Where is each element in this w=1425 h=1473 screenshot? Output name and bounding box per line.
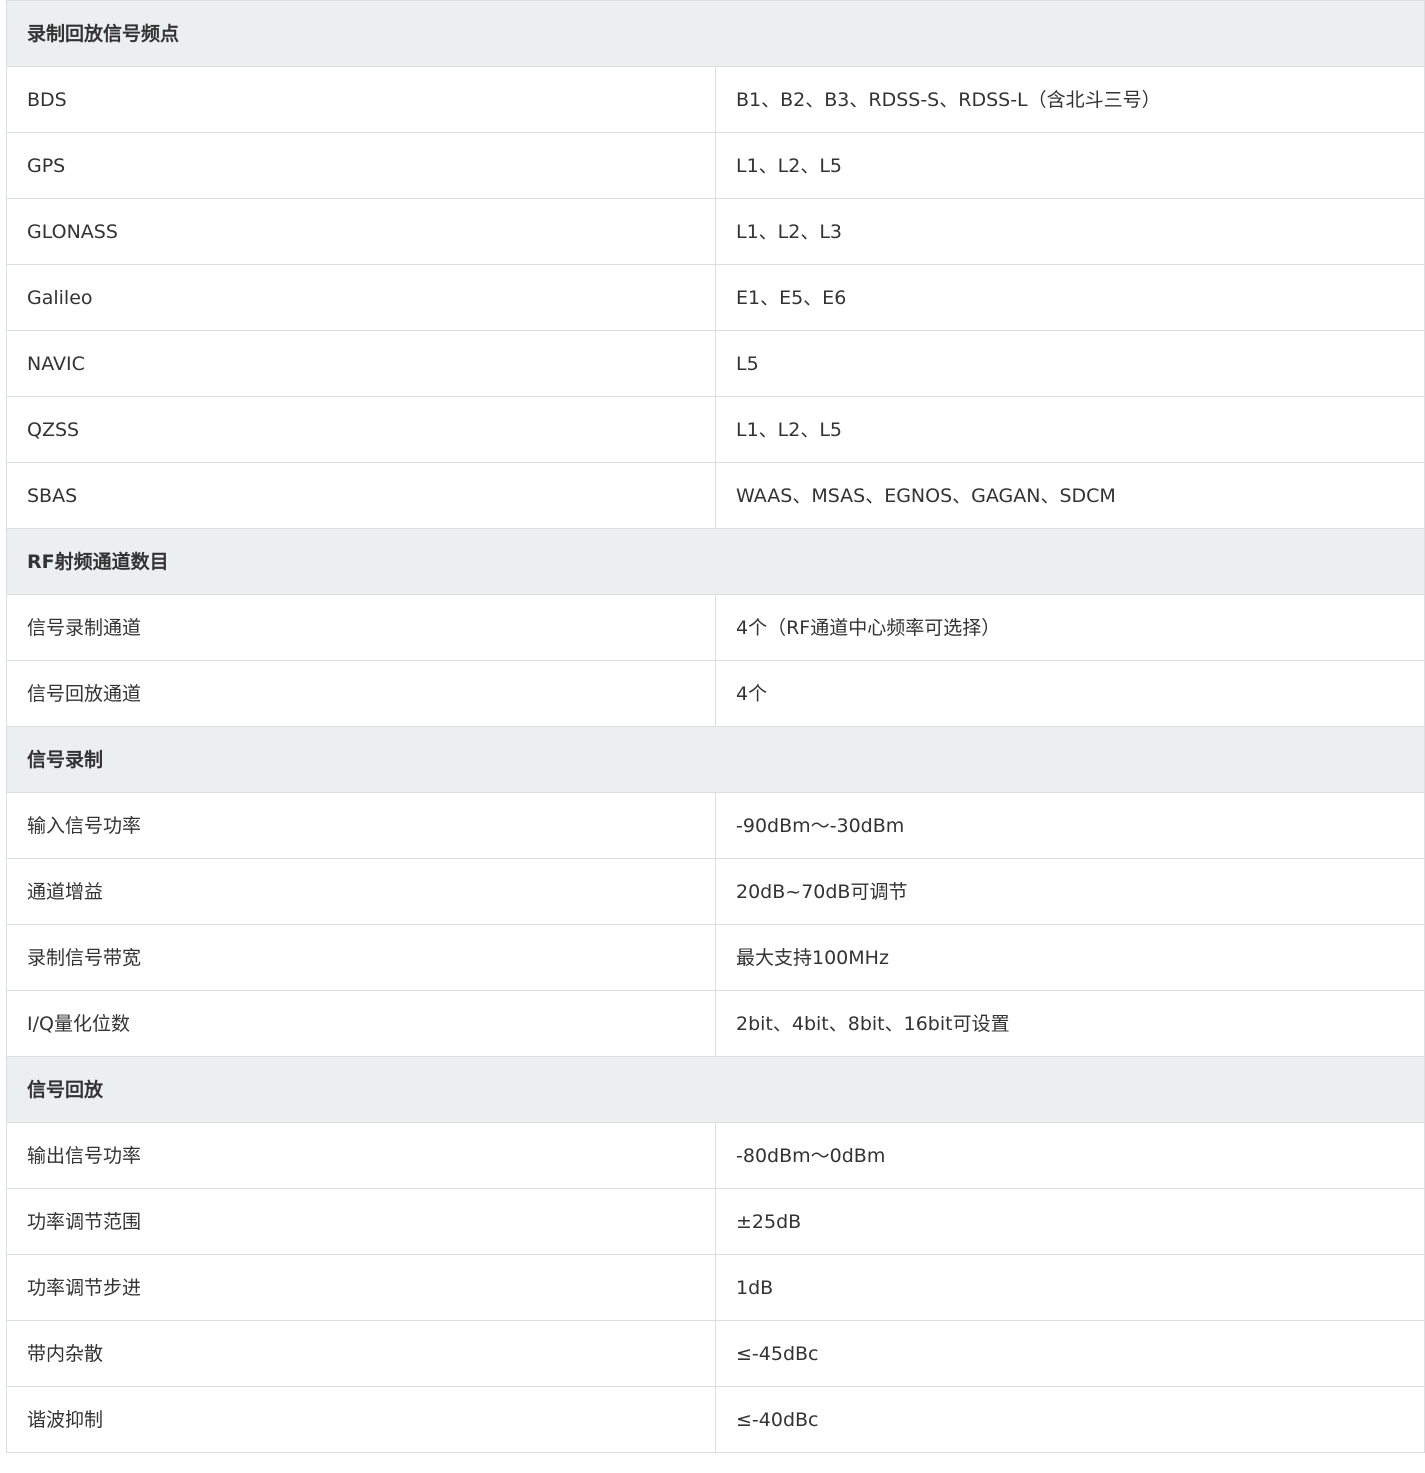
- table-row: Galileo E1、E5、E6: [6, 264, 1425, 331]
- table-row: 录制信号带宽 最大支持100MHz: [6, 924, 1425, 991]
- table-row: QZSS L1、L2、L5: [6, 396, 1425, 463]
- spec-value: ≤-45dBc: [715, 1320, 1425, 1387]
- spec-key: 功率调节步进: [6, 1254, 716, 1321]
- spec-value: ±25dB: [715, 1188, 1425, 1255]
- spec-key: GLONASS: [6, 198, 716, 265]
- spec-value: L5: [715, 330, 1425, 397]
- spec-value: E1、E5、E6: [715, 264, 1425, 331]
- spec-key: 谐波抑制: [6, 1386, 716, 1453]
- spec-value: ≤-40dBc: [715, 1386, 1425, 1453]
- spec-key: SBAS: [6, 462, 716, 529]
- spec-key: 通道增益: [6, 858, 716, 925]
- spec-value: WAAS、MSAS、EGNOS、GAGAN、SDCM: [715, 462, 1425, 529]
- table-row: 功率调节步进 1dB: [6, 1254, 1425, 1321]
- table-row: BDS B1、B2、B3、RDSS-S、RDSS-L（含北斗三号）: [6, 66, 1425, 133]
- table-row: SBAS WAAS、MSAS、EGNOS、GAGAN、SDCM: [6, 462, 1425, 529]
- spec-key: 输入信号功率: [6, 792, 716, 859]
- spec-key: 信号录制通道: [6, 594, 716, 661]
- table-row: 输入信号功率 -90dBm～-30dBm: [6, 792, 1425, 859]
- spec-key: BDS: [6, 66, 716, 133]
- table-row: 输出信号功率 -80dBm～0dBm: [6, 1122, 1425, 1189]
- table-row: 功率调节范围 ±25dB: [6, 1188, 1425, 1255]
- section-header: 信号录制: [6, 726, 1425, 793]
- spec-value: -80dBm～0dBm: [715, 1122, 1425, 1189]
- spec-value: 2bit、4bit、8bit、16bit可设置: [715, 990, 1425, 1057]
- spec-key: 信号回放通道: [6, 660, 716, 727]
- spec-key: 录制信号带宽: [6, 924, 716, 991]
- section-header: 录制回放信号频点: [6, 0, 1425, 67]
- table-row: 通道增益 20dB~70dB可调节: [6, 858, 1425, 925]
- spec-value: 1dB: [715, 1254, 1425, 1321]
- table-row: I/Q量化位数 2bit、4bit、8bit、16bit可设置: [6, 990, 1425, 1057]
- spec-value: L1、L2、L3: [715, 198, 1425, 265]
- spec-value: L1、L2、L5: [715, 132, 1425, 199]
- spec-table: 录制回放信号频点 BDS B1、B2、B3、RDSS-S、RDSS-L（含北斗三…: [6, 0, 1425, 1453]
- spec-value: 4个: [715, 660, 1425, 727]
- spec-key: QZSS: [6, 396, 716, 463]
- spec-key: GPS: [6, 132, 716, 199]
- spec-key: 功率调节范围: [6, 1188, 716, 1255]
- spec-value: L1、L2、L5: [715, 396, 1425, 463]
- section-title: 信号回放: [6, 1056, 1425, 1123]
- table-row: 谐波抑制 ≤-40dBc: [6, 1386, 1425, 1453]
- spec-key: NAVIC: [6, 330, 716, 397]
- spec-key: 带内杂散: [6, 1320, 716, 1387]
- table-row: 带内杂散 ≤-45dBc: [6, 1320, 1425, 1387]
- spec-key: I/Q量化位数: [6, 990, 716, 1057]
- section-header: RF射频通道数目: [6, 528, 1425, 595]
- table-row: 信号回放通道 4个: [6, 660, 1425, 727]
- spec-value: 最大支持100MHz: [715, 924, 1425, 991]
- table-row: GLONASS L1、L2、L3: [6, 198, 1425, 265]
- spec-value: 20dB~70dB可调节: [715, 858, 1425, 925]
- spec-value: -90dBm～-30dBm: [715, 792, 1425, 859]
- section-header: 信号回放: [6, 1056, 1425, 1123]
- table-row: 信号录制通道 4个（RF通道中心频率可选择）: [6, 594, 1425, 661]
- table-row: NAVIC L5: [6, 330, 1425, 397]
- spec-key: 输出信号功率: [6, 1122, 716, 1189]
- table-row: GPS L1、L2、L5: [6, 132, 1425, 199]
- section-title: RF射频通道数目: [6, 528, 1425, 595]
- spec-value: B1、B2、B3、RDSS-S、RDSS-L（含北斗三号）: [715, 66, 1425, 133]
- spec-value: 4个（RF通道中心频率可选择）: [715, 594, 1425, 661]
- section-title: 录制回放信号频点: [6, 0, 1425, 67]
- section-title: 信号录制: [6, 726, 1425, 793]
- spec-key: Galileo: [6, 264, 716, 331]
